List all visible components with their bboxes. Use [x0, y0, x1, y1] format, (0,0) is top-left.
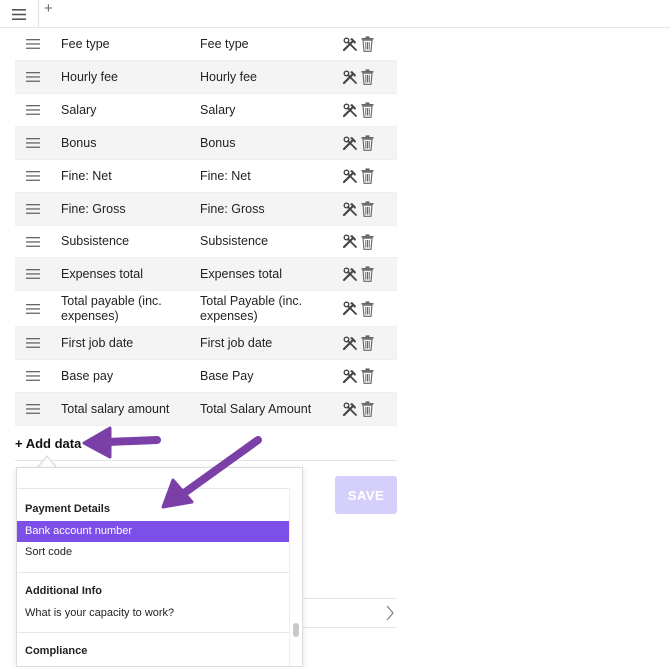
divider: [15, 460, 397, 461]
hamburger-icon: [12, 8, 26, 20]
drag-handle-icon[interactable]: [15, 171, 61, 181]
add-tab-button[interactable]: +: [44, 1, 53, 17]
drag-handle-icon[interactable]: [15, 39, 61, 49]
field-label: Expenses total: [200, 266, 282, 281]
table-row: Expenses total Expenses total: [15, 258, 397, 291]
trash-icon[interactable]: [361, 233, 374, 250]
field-name: First job date: [61, 335, 134, 350]
fields-table: Fee type Fee type Hourly fee Hourly fee Sala…: [15, 28, 397, 426]
field-label: Fine: Gross: [200, 201, 265, 216]
tools-icon[interactable]: [342, 202, 358, 217]
field-name: Hourly fee: [61, 69, 118, 84]
trash-icon[interactable]: [361, 201, 374, 217]
field-label: Total Salary Amount: [200, 401, 312, 416]
dropdown-separator: [17, 632, 289, 633]
trash-icon[interactable]: [361, 102, 374, 118]
trash-icon[interactable]: [361, 368, 374, 384]
drag-handle-icon[interactable]: [15, 236, 61, 247]
field-label: Hourly fee: [200, 69, 257, 84]
field-label: Bonus: [200, 135, 236, 150]
tools-icon[interactable]: [342, 336, 358, 351]
tools-icon[interactable]: [342, 234, 358, 249]
option-capacity-to-work[interactable]: What is your capacity to work?: [17, 603, 289, 624]
drag-handle-icon[interactable]: [15, 204, 61, 214]
table-row: Fee type Fee type: [15, 28, 397, 61]
tools-icon[interactable]: [342, 70, 358, 85]
field-name: Subsistence: [61, 234, 130, 248]
table-row: Total payable (inc. expenses) Total Payab…: [15, 291, 397, 327]
drag-handle-icon[interactable]: [15, 338, 61, 348]
table-row: Subsistence Subsistence: [15, 226, 397, 258]
data-field-dropdown[interactable]: Payment Details Bank account number Sort…: [16, 467, 303, 667]
field-name: Fine: Gross: [61, 201, 126, 216]
tools-icon[interactable]: [342, 136, 358, 151]
field-label: Fee type: [200, 36, 249, 51]
field-name: Fine: Net: [61, 168, 112, 183]
section-title-compliance: Compliance: [25, 645, 88, 657]
drag-handle-icon[interactable]: [15, 72, 61, 82]
field-label: Total Payable (inc. expenses): [200, 293, 303, 323]
trash-icon[interactable]: [361, 135, 374, 151]
drag-handle-icon[interactable]: [15, 138, 61, 148]
field-name: Salary: [61, 102, 97, 117]
table-row: Hourly fee Hourly fee: [15, 61, 397, 94]
trash-icon[interactable]: [361, 300, 374, 317]
drag-handle-icon[interactable]: [15, 404, 61, 414]
drag-handle-icon[interactable]: [15, 303, 61, 314]
table-row: Total salary amount Total Salary Amount: [15, 393, 397, 426]
tools-icon[interactable]: [342, 37, 358, 52]
section-title-payment-details: Payment Details: [25, 503, 110, 515]
tools-icon[interactable]: [342, 169, 358, 184]
table-row: First job date First job date: [15, 327, 397, 360]
field-name: Expenses total: [61, 266, 143, 281]
field-name: Base pay: [61, 368, 114, 383]
field-name: Total salary amount: [61, 401, 170, 416]
option-bank-account-number[interactable]: Bank account number: [17, 521, 289, 542]
dropdown-separator: [17, 572, 289, 573]
table-row: Salary Salary: [15, 94, 397, 127]
field-name: Fee type: [61, 36, 110, 51]
field-label: Base Pay: [200, 368, 254, 383]
tools-icon[interactable]: [342, 301, 358, 316]
tools-icon[interactable]: [342, 103, 358, 118]
trash-icon[interactable]: [361, 168, 374, 184]
trash-icon[interactable]: [361, 36, 374, 52]
dropdown-scroll-track: [289, 488, 290, 666]
field-label: Salary: [200, 102, 236, 117]
section-title-additional-info: Additional Info: [25, 585, 102, 597]
annotation-arrow-add-data: [82, 426, 161, 459]
field-label: First job date: [200, 335, 273, 350]
table-row: Base pay Base Pay: [15, 360, 397, 393]
tools-icon[interactable]: [342, 369, 358, 384]
dropdown-scrollbar[interactable]: [293, 623, 299, 637]
trash-icon[interactable]: [361, 401, 374, 417]
table-row: Fine: Gross Fine: Gross: [15, 193, 397, 226]
drag-handle-icon[interactable]: [15, 269, 61, 279]
top-toolbar: +: [0, 0, 670, 28]
drag-handle-icon[interactable]: [15, 371, 61, 381]
field-label: Fine: Net: [200, 168, 251, 183]
drag-handle-icon[interactable]: [15, 105, 61, 115]
table-row: Bonus Bonus: [15, 127, 397, 160]
trash-icon[interactable]: [361, 266, 374, 282]
chevron-right-icon[interactable]: [385, 605, 395, 621]
field-name: Bonus: [61, 135, 97, 150]
add-data-button[interactable]: + Add data: [15, 436, 81, 451]
field-name: Total payable (inc. expenses): [61, 293, 162, 323]
option-sort-code[interactable]: Sort code: [17, 542, 289, 563]
tools-icon[interactable]: [342, 267, 358, 282]
tools-icon[interactable]: [342, 402, 358, 417]
list-row[interactable]: [303, 598, 397, 628]
trash-icon[interactable]: [361, 69, 374, 85]
dropdown-separator: [17, 488, 289, 489]
table-row: Fine: Net Fine: Net: [15, 160, 397, 193]
trash-icon[interactable]: [361, 335, 374, 351]
field-label: Subsistence: [200, 234, 269, 248]
menu-button[interactable]: [0, 0, 39, 28]
save-button[interactable]: SAVE: [335, 476, 397, 514]
